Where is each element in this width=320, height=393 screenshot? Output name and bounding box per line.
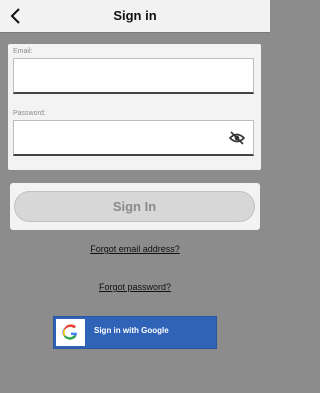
google-sign-in-button[interactable]: Sign in with Google — [53, 316, 217, 349]
sign-in-button-container: Sign In — [10, 183, 260, 230]
email-label: Email: — [13, 48, 33, 55]
google-logo-box — [56, 319, 85, 346]
email-field[interactable] — [13, 58, 254, 94]
password-field[interactable] — [13, 120, 254, 156]
forgot-email-link[interactable]: Forgot email address? — [0, 244, 270, 254]
password-label: Password: — [13, 110, 46, 117]
top-app-bar: Sign in — [0, 0, 270, 33]
sign-in-form: Email: Password: — [8, 44, 261, 170]
forgot-password-link[interactable]: Forgot password? — [0, 282, 270, 292]
sign-in-button[interactable]: Sign In — [14, 191, 255, 222]
google-sign-in-label: Sign in with Google — [94, 326, 169, 335]
page-title: Sign in — [113, 8, 157, 23]
eye-off-icon[interactable] — [228, 130, 246, 146]
google-icon — [62, 324, 77, 340]
